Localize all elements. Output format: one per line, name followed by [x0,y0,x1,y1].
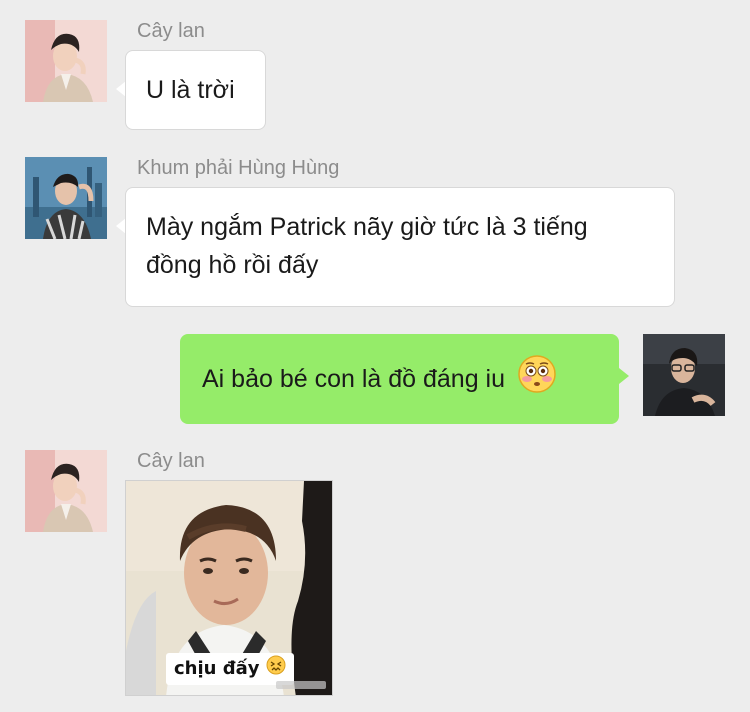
message-text: Ai bảo bé con là đồ đáng iu [202,365,506,393]
sender-name: Cây lan [137,450,205,472]
message-bubble[interactable]: U là trời [125,50,266,130]
sticker-caption: chịu đấy [166,653,294,685]
message-text-line: Mày ngắm Patrick nãy giờ tức là 3 tiếng [146,213,588,241]
message-text-line: đồng hồ rồi đấy [146,251,319,279]
sender-name: Khum phải Hùng Hùng [137,157,340,179]
avatar-self[interactable] [643,334,725,416]
sticker-image[interactable]: chịu đấy [125,480,333,696]
avatar-khum-phai-hung-hung[interactable] [25,157,107,239]
bubble-tail [619,368,629,384]
avatar-cay-lan[interactable] [25,450,107,532]
sticker-caption-text: chịu đấy [174,658,260,679]
chat-window: { "messages": [ { "sender": "Cây lan", "… [0,0,750,712]
sender-name: Cây lan [137,20,205,42]
watermark [276,681,326,689]
avatar-cay-lan[interactable] [25,20,107,102]
message-bubble[interactable]: Mày ngắm Patrick nãy giờ tức là 3 tiếng … [125,187,675,307]
flushed-face-icon [517,354,557,405]
message-text: U là trời [146,76,235,104]
message-bubble[interactable]: Ai bảo bé con là đồ đáng iu [180,334,619,424]
confounded-face-icon [266,655,286,683]
